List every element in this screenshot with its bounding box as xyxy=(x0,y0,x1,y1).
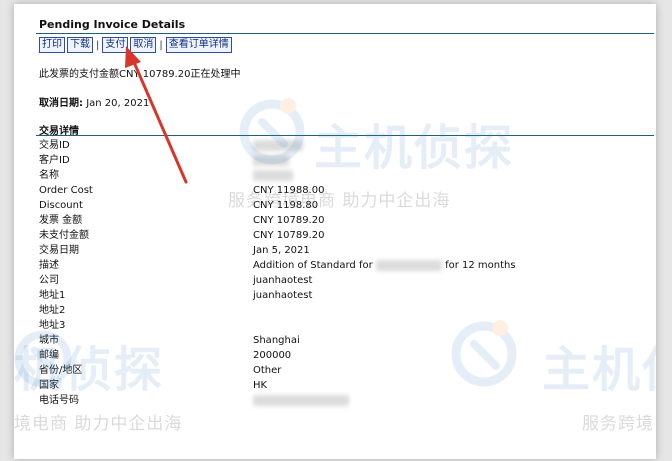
table-row: 省份/地区 Other xyxy=(39,363,639,378)
row-label: 地址3 xyxy=(39,320,66,331)
cancel-button[interactable]: 取消 xyxy=(130,37,157,53)
table-row: 地址2 xyxy=(39,303,639,318)
row-value: CNY 1198.80 xyxy=(253,200,319,211)
table-row: 发票 金额 CNY 10789.20 xyxy=(39,213,639,228)
cancel-date-label: 取消日期: xyxy=(39,98,83,109)
row-value: Jan 5, 2021 xyxy=(253,245,310,256)
row-value: CNY 10789.20 xyxy=(253,215,325,226)
invoice-page: Pending Invoice Details 打印 下载 | 支付 取消 | … xyxy=(14,4,656,459)
cancel-date-value: Jan 20, 2021 xyxy=(86,98,150,109)
table-row: 地址1 juanhaotest xyxy=(39,288,639,303)
row-value-redacted xyxy=(253,393,349,408)
row-label: 描述 xyxy=(39,260,59,271)
row-value: CNY 11988.00 xyxy=(253,185,325,196)
table-row: 交易日期 Jan 5, 2021 xyxy=(39,243,639,258)
table-row: Order Cost CNY 11988.00 xyxy=(39,183,639,198)
table-row: 交易ID xyxy=(39,138,639,153)
download-button[interactable]: 下载 xyxy=(67,37,93,53)
transaction-details-table: 交易ID 客户ID 名称 Order Cost CNY 11988.00 Dis… xyxy=(39,138,639,408)
row-label: 省份/地区 xyxy=(39,365,83,376)
view-order-details-button[interactable]: 查看订单详情 xyxy=(165,37,232,53)
table-row: 客户ID xyxy=(39,153,639,168)
table-row: 城市 Shanghai xyxy=(39,333,639,348)
table-row: 名称 xyxy=(39,168,639,183)
row-label: 交易ID xyxy=(39,140,70,151)
row-value-redacted xyxy=(253,138,303,153)
toolbar-separator: | xyxy=(159,39,163,51)
row-label: 客户ID xyxy=(39,155,70,166)
row-label: 邮编 xyxy=(39,350,59,361)
table-row: 公司 juanhaotest xyxy=(39,273,639,288)
row-label: 国家 xyxy=(39,380,59,391)
row-label: 公司 xyxy=(39,275,59,286)
row-label: Order Cost xyxy=(39,185,93,196)
row-value: CNY 10789.20 xyxy=(253,230,325,241)
title-divider xyxy=(36,33,654,34)
row-label: 发票 金额 xyxy=(39,215,83,226)
table-row: Discount CNY 1198.80 xyxy=(39,198,639,213)
invoice-toolbar: 打印 下载 | 支付 取消 | 查看订单详情 xyxy=(39,37,234,53)
table-row: 描述 Addition of Standard for for 12 month… xyxy=(39,258,639,273)
cancel-date: 取消日期: Jan 20, 2021 xyxy=(39,94,149,109)
row-value: Shanghai xyxy=(253,335,300,346)
description-text: Addition of Standard for xyxy=(253,260,373,271)
redacted-block xyxy=(253,394,349,406)
table-row: 地址3 xyxy=(39,318,639,333)
row-label: 交易日期 xyxy=(39,245,79,256)
description-tail: for 12 months xyxy=(445,260,516,271)
row-value-redacted xyxy=(253,153,289,168)
redacted-block xyxy=(253,139,303,151)
toolbar-separator: | xyxy=(96,39,100,51)
row-label: 未支付金额 xyxy=(39,230,89,241)
row-value: juanhaotest xyxy=(253,290,313,301)
table-row: 电话号码 xyxy=(39,393,639,408)
row-value: Other xyxy=(253,365,282,376)
page-title: Pending Invoice Details xyxy=(39,18,186,31)
table-row: 未支付金额 CNY 10789.20 xyxy=(39,228,639,243)
row-value: juanhaotest xyxy=(253,275,313,286)
table-row: 邮编 200000 xyxy=(39,348,639,363)
row-label: 地址1 xyxy=(39,290,66,301)
row-label: 名称 xyxy=(39,170,59,181)
watermark-slogan-right: 服务跨境 xyxy=(582,414,654,434)
row-value: 200000 xyxy=(253,350,292,361)
redacted-block xyxy=(375,259,442,271)
row-value-redacted xyxy=(253,168,293,183)
payment-status-message: 此发票的支付金额CNY 10789.20正在处理中 xyxy=(39,69,241,80)
row-label: 地址2 xyxy=(39,305,66,316)
row-label: 城市 xyxy=(39,335,59,346)
row-label: 电话号码 xyxy=(39,395,79,406)
print-button[interactable]: 打印 xyxy=(39,37,65,53)
redacted-block xyxy=(253,169,293,181)
row-label: Discount xyxy=(39,200,83,211)
watermark-slogan-left: 境电商 助力中企出海 xyxy=(14,414,183,434)
redacted-block xyxy=(253,154,289,166)
row-value: Addition of Standard for for 12 months xyxy=(253,258,516,273)
pay-button[interactable]: 支付 xyxy=(102,37,129,53)
row-value: HK xyxy=(253,380,268,391)
table-row: 国家 HK xyxy=(39,378,639,393)
section-divider xyxy=(36,135,654,136)
